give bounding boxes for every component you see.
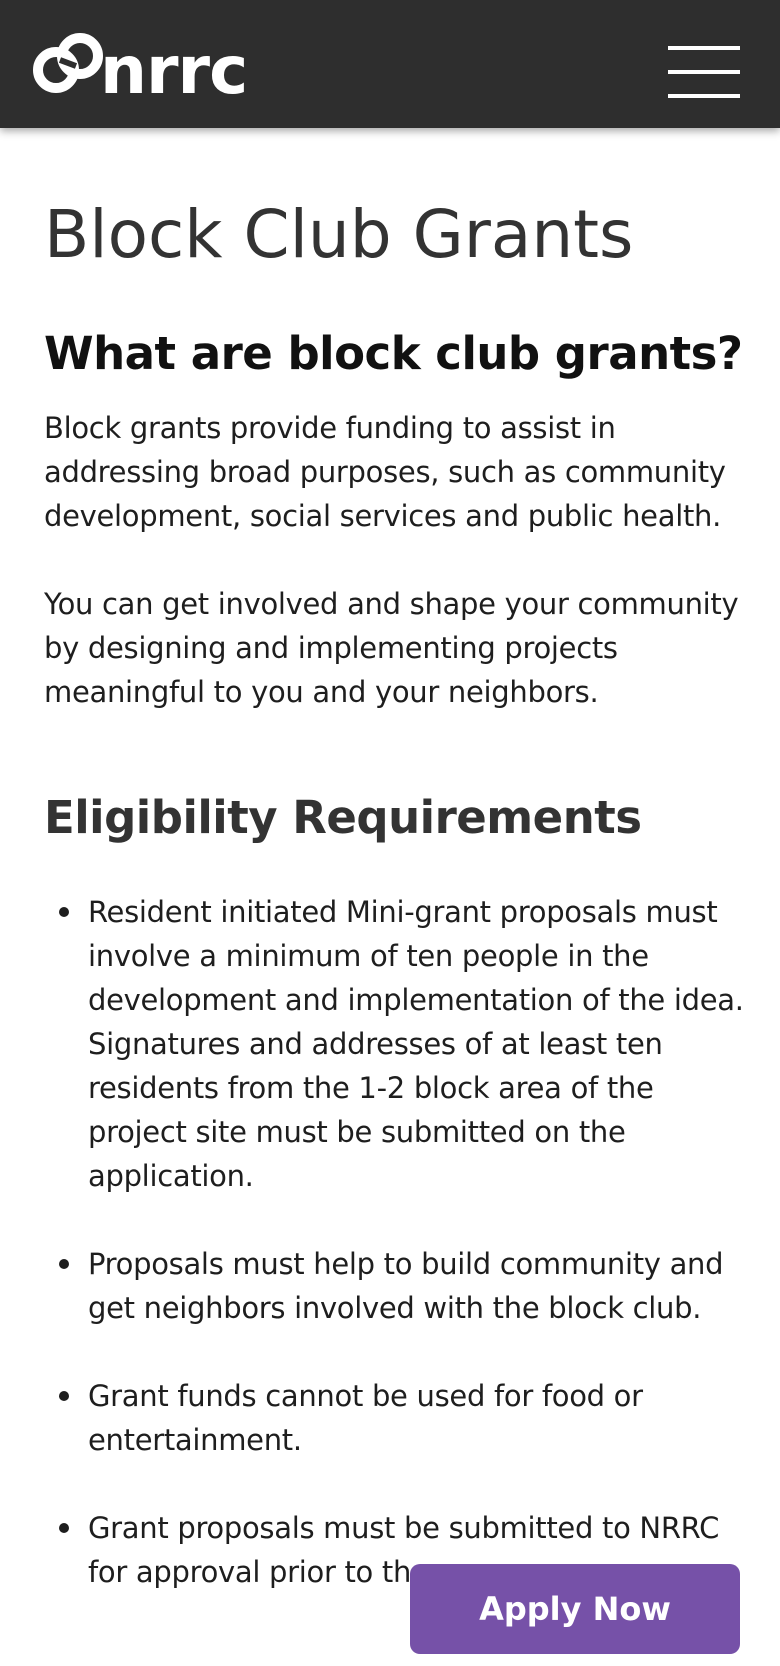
- list-item-text: Resident initiated Mini-grant proposals …: [88, 895, 744, 1193]
- eligibility-list: Resident initiated Mini-grant proposals …: [44, 890, 744, 1594]
- list-item: Proposals must help to build community a…: [44, 1242, 744, 1330]
- page-title: Block Club Grants: [44, 196, 634, 273]
- bullet-icon: [59, 1259, 69, 1269]
- logo-wordmark: nrrc: [100, 32, 248, 109]
- chain-link-icon: [33, 33, 103, 93]
- intro-paragraph: Block grants provide funding to assist i…: [44, 411, 726, 533]
- section-heading-what: What are block club grants?: [44, 327, 743, 380]
- list-item-text: Proposals must help to build community a…: [88, 1247, 724, 1325]
- menu-line: [668, 94, 740, 98]
- list-item: Grant funds cannot be used for food or e…: [44, 1374, 744, 1462]
- list-item-text: Grant funds cannot be used for food or e…: [88, 1379, 643, 1457]
- menu-line: [668, 46, 740, 50]
- bullet-icon: [59, 1391, 69, 1401]
- bullet-icon: [59, 907, 69, 917]
- hamburger-menu-icon[interactable]: [668, 46, 740, 100]
- main-content: Block Club Grants What are block club gr…: [44, 128, 744, 1638]
- site-header: nrrc: [0, 0, 780, 128]
- involvement-paragraph: You can get involved and shape your comm…: [44, 587, 739, 709]
- list-item: Resident initiated Mini-grant proposals …: [44, 890, 744, 1198]
- section-heading-eligibility: Eligibility Requirements: [44, 791, 642, 844]
- bullet-icon: [59, 1523, 69, 1533]
- site-logo[interactable]: nrrc: [30, 22, 248, 109]
- apply-now-button[interactable]: Apply Now: [410, 1564, 740, 1654]
- menu-line: [668, 70, 740, 74]
